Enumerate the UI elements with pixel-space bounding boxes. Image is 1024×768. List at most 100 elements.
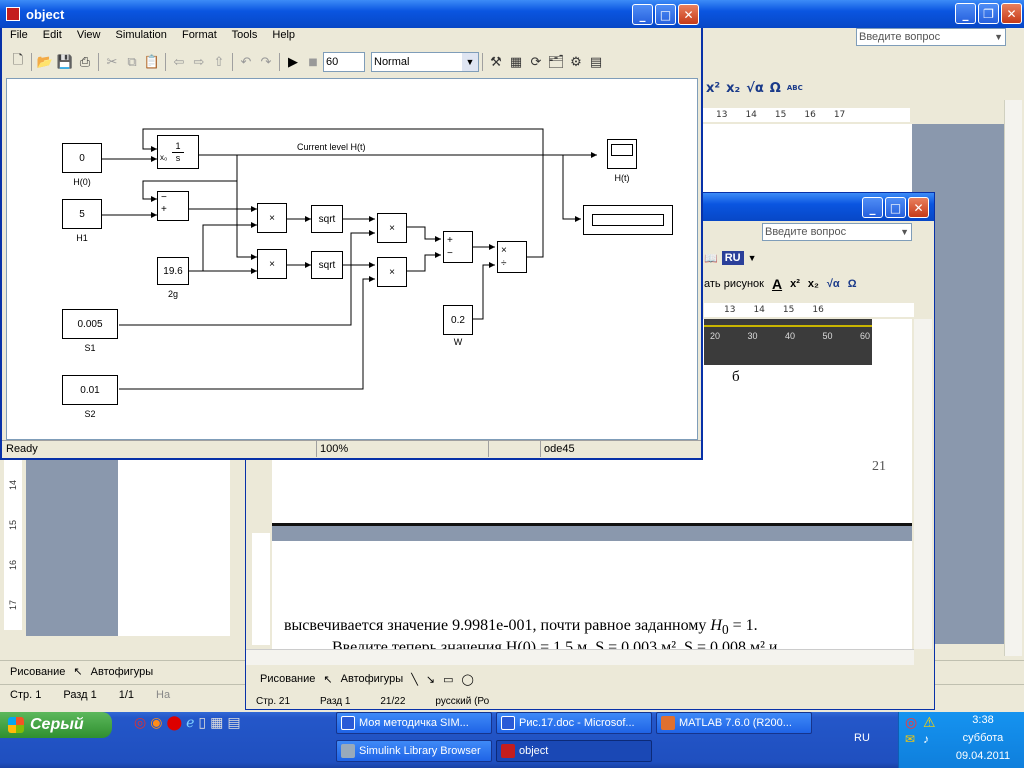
- rectangle-icon[interactable]: ▭: [443, 673, 453, 686]
- subscript-icon[interactable]: x₂: [808, 278, 819, 290]
- menu-help[interactable]: Help: [272, 29, 295, 41]
- superscript-icon[interactable]: x²: [790, 278, 800, 290]
- notes-icon[interactable]: ▤: [227, 714, 240, 736]
- divide-block[interactable]: × ÷: [497, 241, 527, 273]
- language-badge[interactable]: RU: [721, 251, 744, 265]
- product-block-3[interactable]: ×: [377, 213, 407, 243]
- drawing-menu[interactable]: Рисование: [260, 673, 315, 685]
- integrator-block[interactable]: 1 s x₀: [157, 135, 199, 169]
- word-fg-vscroll[interactable]: [914, 319, 932, 649]
- autoshapes-menu[interactable]: Автофигуры: [91, 666, 154, 678]
- ie-icon[interactable]: ℯ: [186, 714, 194, 736]
- pointer-icon[interactable]: ↖: [73, 665, 82, 678]
- simulation-mode-select[interactable]: Normal ▼: [371, 52, 479, 72]
- build-icon[interactable]: ⚒: [486, 52, 506, 72]
- model-explorer-icon[interactable]: 🗂: [546, 52, 566, 72]
- sqrt-block-2[interactable]: sqrt: [311, 251, 343, 279]
- equation-icon[interactable]: √α: [827, 278, 840, 290]
- firefox-icon[interactable]: ◉: [150, 714, 162, 736]
- scope-block[interactable]: [607, 139, 637, 169]
- display-block[interactable]: [583, 205, 673, 235]
- taskbar-item-word-doc[interactable]: Рис.17.doc - Microsof...: [496, 712, 652, 734]
- product-block-4[interactable]: ×: [377, 257, 407, 287]
- minimize-button[interactable]: _: [632, 4, 653, 25]
- chevron-down-icon[interactable]: ▼: [994, 29, 1003, 45]
- save-icon[interactable]: 💾: [55, 52, 75, 72]
- language-indicator[interactable]: RU: [854, 732, 870, 744]
- constant-h0-block[interactable]: 0: [62, 143, 102, 173]
- constant-h1-block[interactable]: 5: [62, 199, 102, 229]
- arrow-icon[interactable]: ↘: [426, 673, 435, 686]
- sum-block-1[interactable]: − +: [157, 191, 189, 221]
- menu-simulation[interactable]: Simulation: [116, 29, 167, 41]
- equation-icon[interactable]: √α: [746, 81, 764, 96]
- menu-file[interactable]: File: [10, 29, 28, 41]
- autoshapes-menu[interactable]: Автофигуры: [341, 673, 404, 685]
- chevron-down-icon[interactable]: ▼: [462, 53, 478, 71]
- stop-time-input[interactable]: [323, 52, 365, 72]
- superscript-icon[interactable]: x²: [706, 81, 720, 96]
- constant-s1-block[interactable]: 0.005: [62, 309, 118, 339]
- word-bg-vertical-scrollbar[interactable]: [1004, 100, 1022, 656]
- chevron-down-icon[interactable]: ▼: [900, 224, 909, 240]
- constant-w-block[interactable]: 0.2: [443, 305, 473, 335]
- line-icon[interactable]: ╲: [411, 673, 418, 686]
- taskbar-item-library-browser[interactable]: Simulink Library Browser: [336, 740, 492, 762]
- help-question-input[interactable]: Введите вопрос ▼: [762, 223, 912, 241]
- font-color-icon[interactable]: A: [772, 276, 782, 292]
- network-icon[interactable]: ✉: [905, 732, 915, 746]
- taskbar-item-object[interactable]: object: [496, 740, 652, 762]
- spellcheck-icon[interactable]: ABC: [787, 84, 803, 92]
- taskbar-item-matlab[interactable]: MATLAB 7.6.0 (R200...: [656, 712, 812, 734]
- sqrt-block-1[interactable]: sqrt: [311, 205, 343, 233]
- close-button[interactable]: ✕: [678, 4, 699, 25]
- subscript-icon[interactable]: x₂: [726, 81, 740, 96]
- start-button[interactable]: Серый: [0, 712, 112, 738]
- minimize-button[interactable]: _: [955, 3, 976, 24]
- stop-icon[interactable]: ■: [303, 52, 323, 72]
- undo-icon[interactable]: ↶: [236, 52, 256, 72]
- play-icon[interactable]: ▶: [283, 52, 303, 72]
- omega-icon[interactable]: Ω: [848, 278, 857, 290]
- volume-icon[interactable]: ♪: [923, 732, 929, 746]
- opera-icon[interactable]: ◎: [134, 714, 146, 736]
- forward-icon[interactable]: ⇨: [189, 52, 209, 72]
- library-browser-icon[interactable]: ▦: [506, 52, 526, 72]
- debug-icon[interactable]: ⚙: [566, 52, 586, 72]
- open-icon[interactable]: 📂: [35, 52, 55, 72]
- warning-icon[interactable]: ⚠: [923, 714, 936, 731]
- minimize-button[interactable]: _: [862, 197, 883, 218]
- toggle-icon[interactable]: ▤: [586, 52, 606, 72]
- redo-icon[interactable]: ↷: [256, 52, 276, 72]
- update-diagram-icon[interactable]: ⟳: [526, 52, 546, 72]
- taskbar-item-sim-manual[interactable]: Моя методичка SIM...: [336, 712, 492, 734]
- up-icon[interactable]: ⇧: [209, 52, 229, 72]
- chevron-down-icon[interactable]: ▼: [748, 253, 757, 263]
- close-button[interactable]: ✕: [908, 197, 929, 218]
- constant-2g-block[interactable]: 19.6: [157, 257, 189, 285]
- clock-time[interactable]: 3:38: [953, 714, 1013, 726]
- menu-tools[interactable]: Tools: [232, 29, 258, 41]
- maximize-button[interactable]: □: [655, 4, 676, 25]
- print-icon[interactable]: ⎙: [75, 52, 95, 72]
- help-question-input[interactable]: Введите вопрос ▼: [856, 28, 1006, 46]
- antivirus-icon[interactable]: ◎: [905, 714, 917, 731]
- cut-icon[interactable]: ✂: [102, 52, 122, 72]
- menu-edit[interactable]: Edit: [43, 29, 62, 41]
- oval-icon[interactable]: ◯: [461, 673, 473, 686]
- pointer-icon[interactable]: ↖: [323, 673, 332, 686]
- word-fg-hscroll[interactable]: [246, 649, 914, 665]
- book-icon[interactable]: 📖: [704, 252, 718, 265]
- model-canvas[interactable]: Current level H(t) 0 H(0) 5 H1 19.6 2g 0…: [6, 78, 698, 440]
- close-button[interactable]: ✕: [1001, 3, 1022, 24]
- new-icon[interactable]: 🗋: [8, 52, 28, 72]
- files-icon[interactable]: ▯: [198, 714, 206, 736]
- back-icon[interactable]: ⇦: [169, 52, 189, 72]
- menu-format[interactable]: Format: [182, 29, 217, 41]
- paste-icon[interactable]: 📋: [142, 52, 162, 72]
- drawing-menu[interactable]: Рисование: [10, 666, 65, 678]
- product-block-2[interactable]: ×: [257, 249, 287, 279]
- menu-view[interactable]: View: [77, 29, 101, 41]
- insert-picture-label[interactable]: ать рисунок: [704, 278, 764, 290]
- browser-icon[interactable]: ⬤: [166, 714, 182, 736]
